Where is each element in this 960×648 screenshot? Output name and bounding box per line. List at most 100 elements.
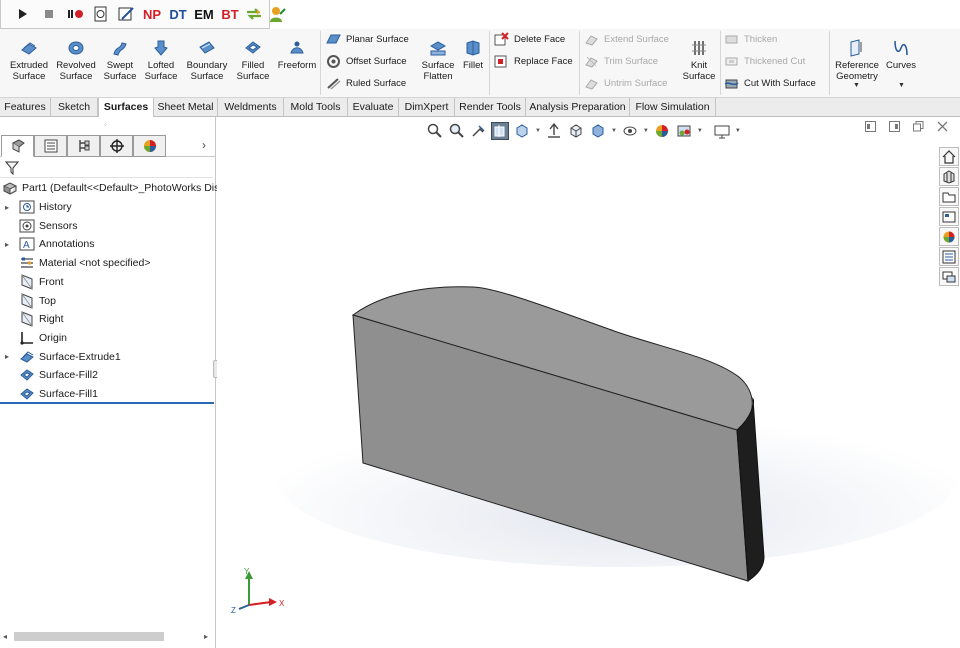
tile-left-icon[interactable] bbox=[864, 120, 876, 132]
previous-view-icon[interactable] bbox=[469, 122, 487, 140]
scroll-left-icon[interactable]: ◂ bbox=[3, 632, 7, 641]
curves-button[interactable]: Curves bbox=[884, 38, 918, 71]
filter-icon[interactable] bbox=[5, 160, 19, 175]
stop-macro-button[interactable] bbox=[40, 4, 58, 24]
tab-render-tools[interactable]: Render Tools bbox=[455, 98, 526, 117]
edit-appearance-icon[interactable] bbox=[653, 122, 671, 140]
close-window-icon[interactable] bbox=[936, 120, 948, 132]
extend-surface-button[interactable]: Extend Surface bbox=[584, 32, 669, 47]
planar-surface-button[interactable]: Planar Surface bbox=[326, 32, 409, 47]
fillet-button[interactable]: Fillet bbox=[460, 38, 486, 71]
dimxpert-manager-tab[interactable] bbox=[100, 135, 133, 157]
user-settings-icon[interactable] bbox=[268, 4, 286, 24]
dynamic-annotation-icon[interactable] bbox=[513, 122, 531, 140]
ruled-surface-button[interactable]: Ruled Surface bbox=[326, 76, 406, 91]
expand-arrow-icon[interactable]: ▸ bbox=[5, 240, 13, 249]
configuration-manager-tab[interactable] bbox=[67, 135, 100, 157]
tree-item-origin[interactable]: Origin bbox=[5, 329, 67, 347]
property-manager-tab[interactable] bbox=[34, 135, 67, 157]
tab-flow-simulation[interactable]: Flow Simulation bbox=[630, 98, 716, 117]
run-macro-button[interactable] bbox=[13, 4, 31, 24]
thickened-cut-button[interactable]: Thickened Cut bbox=[724, 54, 805, 69]
lofted-surface-button[interactable]: Lofted Surface bbox=[142, 38, 180, 82]
hide-show-items-icon[interactable] bbox=[621, 122, 639, 140]
dt-button[interactable]: DT bbox=[169, 4, 187, 24]
knit-surface-button[interactable]: Knit Surface bbox=[680, 38, 718, 82]
tree-item-surface-extrude1[interactable]: ▸ Surface-Extrude1 bbox=[5, 348, 121, 366]
tree-item-surface-fill1[interactable]: Surface-Fill1 bbox=[5, 385, 98, 403]
tab-weldments[interactable]: Weldments bbox=[218, 98, 284, 117]
boundary-surface-button[interactable]: Boundary Surface bbox=[184, 38, 230, 82]
scroll-thumb[interactable] bbox=[14, 632, 164, 641]
revolved-surface-button[interactable]: Revolved Surface bbox=[54, 38, 98, 82]
view-palette-icon[interactable] bbox=[939, 207, 959, 226]
tree-item-top[interactable]: Top bbox=[5, 292, 56, 310]
untrim-surface-button[interactable]: Untrim Surface bbox=[584, 76, 667, 91]
design-library-icon[interactable] bbox=[939, 167, 959, 186]
appearances-scenes-icon[interactable] bbox=[939, 227, 959, 246]
tree-item-material-not-specified[interactable]: Material <not specified> bbox=[5, 254, 150, 272]
shaded-edges-icon[interactable] bbox=[589, 122, 607, 140]
filled-surface-button[interactable]: Filled Surface bbox=[234, 38, 272, 82]
surface-flatten-button[interactable]: Surface Flatten bbox=[419, 38, 457, 82]
file-explorer-icon[interactable] bbox=[939, 187, 959, 206]
tree-item-sensors[interactable]: Sensors bbox=[5, 217, 78, 235]
restore-window-icon[interactable] bbox=[912, 120, 924, 132]
zoom-to-fit-icon[interactable] bbox=[425, 122, 443, 140]
reference-geometry-button[interactable]: Reference Geometry bbox=[833, 38, 881, 82]
graphics-area[interactable]: ▼ ▼ ▼ ▼ ▼ Y X Z bbox=[217, 117, 960, 648]
display-manager-tab[interactable] bbox=[133, 135, 166, 157]
expand-arrow-icon[interactable]: ▸ bbox=[5, 203, 13, 212]
home-icon[interactable] bbox=[939, 147, 959, 166]
freeform-button[interactable]: Freeform bbox=[276, 38, 318, 71]
hide-show-dropdown-icon[interactable]: ▼ bbox=[643, 128, 649, 134]
apply-scene-dropdown-icon[interactable]: ▼ bbox=[697, 128, 703, 134]
forum-icon[interactable] bbox=[939, 267, 959, 286]
bt-button[interactable]: BT bbox=[221, 4, 239, 24]
tab-analysis-preparation[interactable]: Analysis Preparation bbox=[526, 98, 630, 117]
display-style-dropdown-icon[interactable]: ▼ bbox=[611, 128, 617, 134]
panel-horizontal-scrollbar[interactable]: ◂ ▸ bbox=[0, 630, 214, 644]
zoom-to-area-icon[interactable] bbox=[447, 122, 465, 140]
view-orientation-dropdown-icon[interactable]: ▼ bbox=[535, 128, 541, 134]
tab-evaluate[interactable]: Evaluate bbox=[348, 98, 399, 117]
view-settings-dropdown-icon[interactable]: ▼ bbox=[735, 128, 741, 134]
tree-item-surface-fill2[interactable]: Surface-Fill2 bbox=[5, 366, 98, 384]
view-orientation-icon[interactable] bbox=[545, 122, 563, 140]
swap-arrows-icon[interactable] bbox=[245, 4, 263, 24]
replace-face-button[interactable]: Replace Face bbox=[494, 54, 573, 69]
panel-grip-icon[interactable]: ◦ bbox=[104, 120, 107, 129]
tab-surfaces[interactable]: Surfaces bbox=[98, 98, 154, 118]
section-view-icon[interactable] bbox=[491, 122, 509, 140]
tree-item-history[interactable]: ▸ History bbox=[5, 198, 72, 216]
tab-features[interactable]: Features bbox=[0, 98, 51, 117]
tab-sketch[interactable]: Sketch bbox=[51, 98, 98, 117]
delete-face-button[interactable]: Delete Face bbox=[494, 32, 565, 47]
reference-geometry-dropdown-icon[interactable]: ▼ bbox=[853, 82, 860, 89]
new-macro-button[interactable] bbox=[92, 4, 110, 24]
curves-dropdown-icon[interactable]: ▼ bbox=[898, 82, 905, 89]
tree-item-annotations[interactable]: ▸ A Annotations bbox=[5, 235, 94, 253]
tile-right-icon[interactable] bbox=[888, 120, 900, 132]
tab-mold-tools[interactable]: Mold Tools bbox=[284, 98, 348, 117]
np-button[interactable]: NP bbox=[143, 4, 161, 24]
extruded-surface-button[interactable]: Extruded Surface bbox=[8, 38, 50, 82]
em-button[interactable]: EM bbox=[194, 4, 214, 24]
custom-properties-icon[interactable] bbox=[939, 247, 959, 266]
cut-with-surface-button[interactable]: Cut With Surface bbox=[724, 76, 816, 91]
view-settings-icon[interactable] bbox=[713, 122, 731, 140]
feature-manager-tab[interactable] bbox=[1, 135, 34, 157]
tree-item-right[interactable]: Right bbox=[5, 310, 64, 328]
trim-surface-button[interactable]: Trim Surface bbox=[584, 54, 658, 69]
panel-scroll-right-icon[interactable]: › bbox=[202, 138, 206, 152]
display-style-icon[interactable] bbox=[567, 122, 585, 140]
scroll-right-icon[interactable]: ▸ bbox=[204, 632, 208, 641]
expand-arrow-icon[interactable]: ▸ bbox=[5, 352, 13, 361]
tree-item-front[interactable]: Front bbox=[5, 273, 64, 291]
record-macro-button[interactable] bbox=[67, 4, 85, 24]
thicken-button[interactable]: Thicken bbox=[724, 32, 777, 47]
swept-surface-button[interactable]: Swept Surface bbox=[101, 38, 139, 82]
edit-macro-button[interactable] bbox=[117, 4, 135, 24]
offset-surface-button[interactable]: Offset Surface bbox=[326, 54, 407, 69]
tab-dimxpert[interactable]: DimXpert bbox=[399, 98, 455, 117]
